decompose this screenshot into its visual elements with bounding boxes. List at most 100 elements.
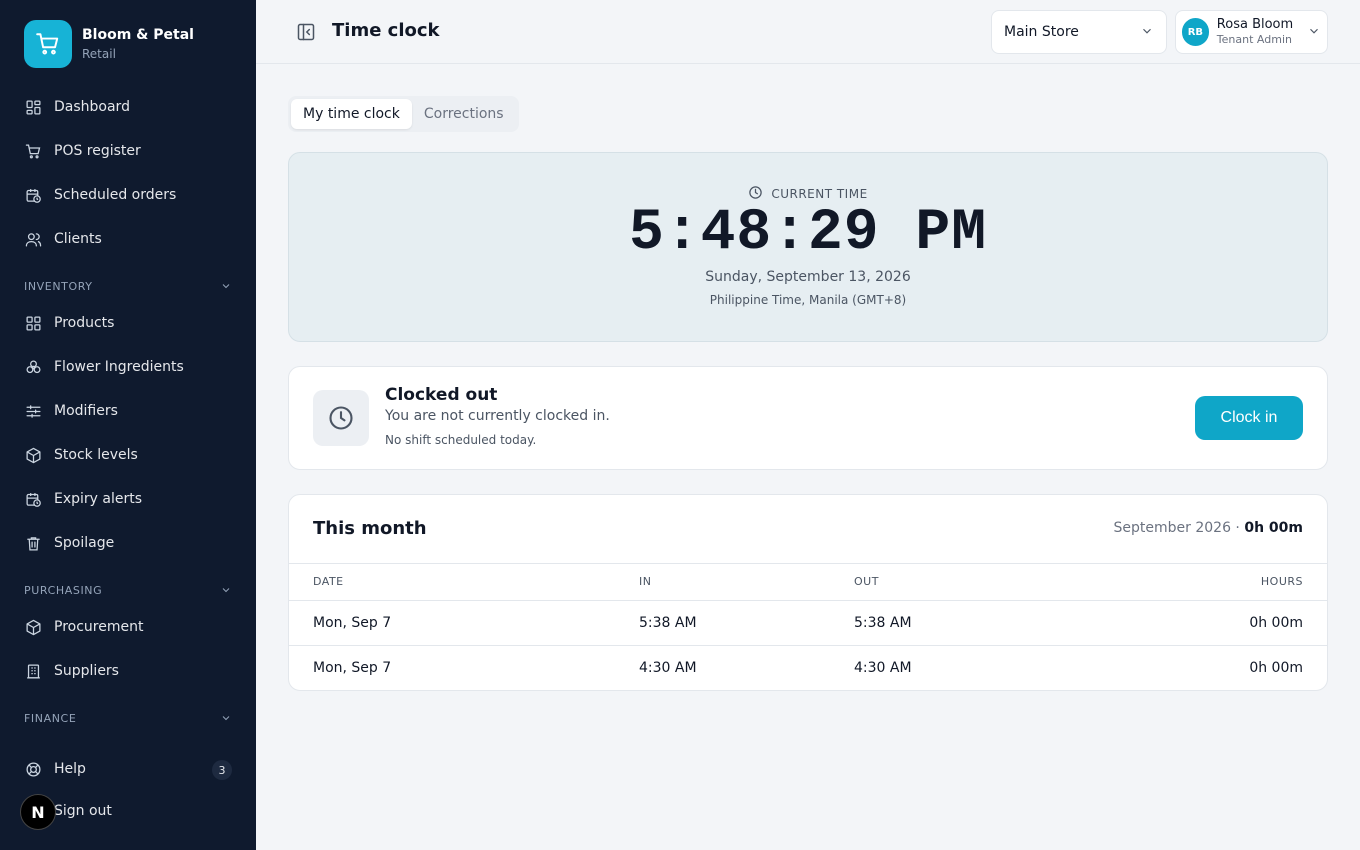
column-header-hours: HOURS bbox=[1260, 575, 1303, 588]
section-title: FINANCE bbox=[24, 711, 77, 725]
sidebar-item-label: POS register bbox=[54, 143, 141, 159]
column-header-out: OUT bbox=[854, 575, 879, 588]
current-date: Sunday, September 13, 2026 bbox=[705, 269, 911, 285]
sidebar-item-label: Expiry alerts bbox=[54, 491, 143, 507]
brand-subtitle: Retail bbox=[82, 47, 116, 61]
section-inventory-toggle[interactable]: INVENTORY bbox=[24, 278, 232, 294]
sidebar-item-expiry-alerts[interactable]: Expiry alerts bbox=[24, 487, 142, 511]
cell-out: 4:30 AM bbox=[854, 660, 912, 676]
calendar-clock-icon bbox=[24, 186, 42, 204]
sidebar-item-suppliers[interactable]: Suppliers bbox=[24, 659, 119, 683]
table-row: Mon, Sep 7 5:38 AM 5:38 AM 0h 00m bbox=[289, 601, 1327, 646]
page-title: Time clock bbox=[332, 20, 440, 41]
user-role: Tenant Admin bbox=[1216, 33, 1292, 46]
grid-icon bbox=[24, 314, 42, 332]
sidebar-collapse-icon[interactable] bbox=[296, 22, 316, 42]
user-name: Rosa Bloom bbox=[1216, 17, 1294, 32]
month-period: September 2026 · bbox=[1113, 520, 1240, 536]
sidebar-item-label: Products bbox=[54, 315, 115, 331]
sidebar: Bloom & Petal Retail Dashboard POS regis… bbox=[0, 0, 256, 850]
status-subtitle: You are not currently clocked in. bbox=[385, 408, 610, 424]
column-header-date: DATE bbox=[313, 575, 344, 588]
cart-logo-icon bbox=[24, 20, 72, 68]
sidebar-item-help[interactable]: Help bbox=[24, 757, 86, 781]
table-row: Mon, Sep 7 4:30 AM 4:30 AM 0h 00m bbox=[289, 646, 1327, 690]
cell-in: 4:30 AM bbox=[639, 660, 697, 676]
sidebar-item-label: Clients bbox=[54, 231, 102, 247]
box-icon bbox=[24, 446, 42, 464]
brand[interactable]: Bloom & Petal Retail bbox=[24, 20, 194, 68]
cell-hours: 0h 00m bbox=[1249, 660, 1303, 676]
sidebar-item-label: Stock levels bbox=[54, 447, 138, 463]
help-count-badge: 3 bbox=[212, 760, 232, 780]
month-title: This month bbox=[313, 518, 427, 539]
tab-corrections[interactable]: Corrections bbox=[412, 99, 516, 129]
sidebar-item-label: Flower Ingredients bbox=[54, 359, 184, 375]
chevron-down-icon bbox=[1307, 23, 1321, 42]
store-select[interactable]: Main Store bbox=[991, 10, 1167, 54]
cell-out: 5:38 AM bbox=[854, 615, 912, 631]
sidebar-item-dashboard[interactable]: Dashboard bbox=[24, 95, 130, 119]
sidebar-item-label: Spoilage bbox=[54, 535, 115, 551]
current-time-value: 5:48:29 PM bbox=[628, 201, 988, 266]
chevron-down-icon bbox=[220, 581, 232, 600]
section-finance-toggle[interactable]: FINANCE bbox=[24, 710, 232, 726]
brand-name: Bloom & Petal bbox=[82, 27, 194, 43]
cell-date: Mon, Sep 7 bbox=[313, 615, 392, 631]
cell-in: 5:38 AM bbox=[639, 615, 697, 631]
sidebar-item-modifiers[interactable]: Modifiers bbox=[24, 399, 118, 423]
sidebar-item-scheduled-orders[interactable]: Scheduled orders bbox=[24, 183, 176, 207]
sidebar-item-procurement[interactable]: Procurement bbox=[24, 615, 143, 639]
clock-status-card: Clocked out You are not currently clocke… bbox=[288, 366, 1328, 470]
sidebar-item-label: Modifiers bbox=[54, 403, 118, 419]
box-icon bbox=[24, 618, 42, 636]
users-icon bbox=[24, 230, 42, 248]
sidebar-item-spoilage[interactable]: Spoilage bbox=[24, 531, 114, 555]
sidebar-item-label: Help bbox=[54, 761, 86, 777]
chevron-down-icon bbox=[220, 709, 232, 728]
this-month-card: This month September 2026 · 0h 00m DATE … bbox=[288, 494, 1328, 691]
sidebar-item-label: Scheduled orders bbox=[54, 187, 177, 203]
current-time-label: CURRENT TIME bbox=[771, 187, 868, 201]
sidebar-item-label: Procurement bbox=[54, 619, 144, 635]
tab-my-time-clock[interactable]: My time clock bbox=[291, 99, 412, 129]
cart-icon bbox=[24, 142, 42, 160]
sliders-icon bbox=[24, 402, 42, 420]
sidebar-item-stock-levels[interactable]: Stock levels bbox=[24, 443, 138, 467]
calendar-clock-icon bbox=[24, 490, 42, 508]
grid-icon bbox=[24, 98, 42, 116]
chevron-down-icon bbox=[220, 277, 232, 296]
user-menu[interactable]: RB Rosa Bloom Tenant Admin bbox=[1175, 10, 1328, 54]
sidebar-item-products[interactable]: Products bbox=[24, 311, 114, 335]
month-summary: September 2026 · 0h 00m bbox=[1114, 520, 1303, 536]
sidebar-item-label: Suppliers bbox=[54, 663, 119, 679]
clock-icon bbox=[313, 390, 369, 446]
section-title: PURCHASING bbox=[24, 583, 103, 597]
lifebuoy-icon bbox=[24, 760, 42, 778]
store-select-value: Main Store bbox=[1004, 24, 1079, 40]
table-header: DATE IN OUT HOURS bbox=[289, 563, 1327, 601]
chevron-down-icon bbox=[1140, 23, 1154, 42]
tab-bar: My time clock Corrections bbox=[288, 96, 519, 132]
cell-hours: 0h 00m bbox=[1249, 615, 1303, 631]
sidebar-item-pos-register[interactable]: POS register bbox=[24, 139, 141, 163]
shift-note: No shift scheduled today. bbox=[385, 433, 537, 447]
month-total-hours: 0h 00m bbox=[1244, 520, 1303, 536]
section-purchasing-toggle[interactable]: PURCHASING bbox=[24, 582, 232, 598]
trash-icon bbox=[24, 534, 42, 552]
top-header: Time clock Main Store RB Rosa Bloom Tena… bbox=[256, 0, 1360, 64]
sidebar-item-flower-ingredients[interactable]: Flower Ingredients bbox=[24, 355, 184, 379]
sidebar-item-label: Sign out bbox=[54, 803, 112, 819]
current-time-card: CURRENT TIME 5:48:29 PM Sunday, Septembe… bbox=[288, 152, 1328, 342]
section-title: INVENTORY bbox=[24, 279, 93, 293]
clock-in-button[interactable]: Clock in bbox=[1195, 396, 1303, 440]
flower-icon bbox=[24, 358, 42, 376]
sidebar-item-label: Dashboard bbox=[54, 99, 130, 115]
building-icon bbox=[24, 662, 42, 680]
avatar: RB bbox=[1182, 18, 1209, 46]
framework-badge[interactable]: N bbox=[20, 794, 56, 830]
column-header-in: IN bbox=[639, 575, 652, 588]
timezone-label: Philippine Time, Manila (GMT+8) bbox=[709, 293, 907, 307]
status-title: Clocked out bbox=[385, 385, 498, 405]
sidebar-item-clients[interactable]: Clients bbox=[24, 227, 102, 251]
